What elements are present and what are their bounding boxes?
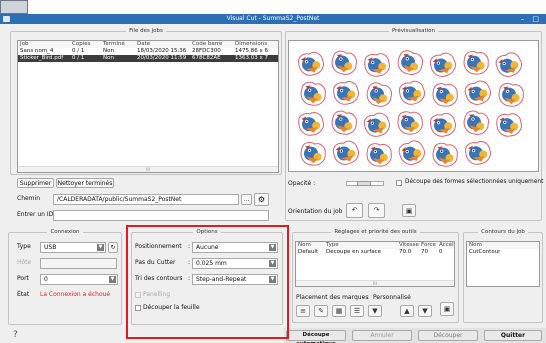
- orientation-label: Orientation du job: [288, 208, 343, 215]
- col-accel[interactable]: Accél: [437, 242, 454, 249]
- id-input[interactable]: [53, 210, 269, 221]
- host-input[interactable]: [40, 258, 117, 269]
- table-row[interactable]: Sans nom_4 0 / 1 Non 18/03/2020 15:36 28…: [18, 48, 278, 55]
- step-select[interactable]: 0.025 mm ▼: [192, 258, 278, 269]
- port-label: Port: [17, 275, 29, 282]
- clean-finished-button[interactable]: Nettoyer terminés: [56, 178, 114, 188]
- colon-separator: :: [367, 294, 370, 301]
- step-label: Pas du Cutter: [135, 259, 176, 266]
- port-select[interactable]: 0 ▼: [40, 274, 118, 285]
- sort-select[interactable]: Step-and-Repeat ▼: [192, 274, 278, 285]
- col-speed[interactable]: Vitesse: [397, 242, 419, 249]
- positioning-select[interactable]: Aucune ▼: [192, 242, 278, 253]
- marks-label: Placement des marques: [296, 294, 369, 301]
- connection-group-title: Connexion: [47, 229, 83, 235]
- path-label: Chemin: [17, 195, 40, 202]
- tool-options-icon[interactable]: ▣: [440, 302, 454, 316]
- colon-separator: :: [188, 275, 191, 282]
- delete-button[interactable]: Supprimer: [17, 178, 54, 188]
- quit-button[interactable]: Quitter: [484, 330, 542, 341]
- gear-icon[interactable]: ⚙: [254, 193, 269, 206]
- contours-list-header: Nom: [467, 242, 539, 249]
- chevron-down-icon: ▼: [269, 260, 276, 267]
- chevron-down-icon: ▼: [97, 244, 104, 251]
- tools-hscrollbar[interactable]: III: [296, 280, 454, 286]
- jobs-table[interactable]: Job Copies Terminé Date Code barre Dimen…: [17, 40, 279, 173]
- connection-state-value: La Connexion a échoué: [40, 291, 111, 298]
- chevron-down-icon: ▼: [269, 244, 276, 251]
- col-done[interactable]: Terminé: [101, 41, 135, 48]
- help-icon[interactable]: ?: [13, 331, 18, 340]
- table-row-selected[interactable]: Sticker_Bird.pdf 0 / 1 Non 20/03/2020 11…: [18, 55, 278, 62]
- col-job[interactable]: Job: [18, 41, 70, 48]
- rotate-right-icon[interactable]: ↷: [368, 203, 385, 218]
- mark-edit-icon[interactable]: ✎: [314, 305, 328, 317]
- tool-down-icon[interactable]: ▼: [418, 305, 432, 317]
- cut-button[interactable]: Découper: [418, 330, 478, 341]
- connection-type-select[interactable]: USB ▼: [40, 242, 106, 253]
- tools-table[interactable]: Nom Type Vitesse Force Accél Default Déc…: [295, 241, 455, 287]
- colon-separator: :: [188, 259, 191, 266]
- panelling-label: Panelling: [143, 291, 171, 298]
- path-field[interactable]: /CALDERADATA/public/SummaS2_PostNet: [53, 194, 239, 205]
- contours-list[interactable]: Nom CutContour: [466, 241, 540, 287]
- tools-table-header: Nom Type Vitesse Force Accél: [296, 242, 454, 249]
- mark-grid-icon[interactable]: ▦: [332, 305, 346, 317]
- contours-group-title: Contours du job: [478, 229, 528, 235]
- positioning-label: Positionnement: [135, 243, 182, 250]
- sort-label: Tri des contours: [135, 275, 183, 282]
- cut-selected-checkbox[interactable]: [396, 180, 402, 186]
- chevron-down-icon: ▼: [269, 276, 276, 283]
- sticker-grid: [296, 48, 526, 169]
- cut-selected-label: Découpe des formes sélectionnées uniquem…: [405, 179, 546, 185]
- preview-group-title: Prévisualisation: [388, 28, 439, 34]
- col-date[interactable]: Date: [135, 41, 190, 48]
- jobs-group-title: File des jobs: [126, 28, 166, 34]
- app-icon: [3, 16, 10, 22]
- cancel-button[interactable]: Annuler: [352, 330, 412, 341]
- panelling-checkbox[interactable]: [135, 292, 141, 298]
- mark-align-icon[interactable]: ≡: [296, 305, 310, 317]
- mark-filter-icon[interactable]: ▼: [368, 305, 382, 317]
- col-barcode[interactable]: Code barre: [190, 41, 233, 48]
- preview-canvas[interactable]: [288, 40, 539, 172]
- col-force[interactable]: Force: [419, 242, 437, 249]
- jobs-table-header: Job Copies Terminé Date Code barre Dimen…: [18, 41, 278, 48]
- opacity-slider[interactable]: [346, 181, 384, 186]
- col-dimensions[interactable]: Dimensions: [233, 41, 278, 48]
- cut-sheet-label: Découper la feuille: [143, 304, 200, 311]
- mark-list-icon[interactable]: ☰: [350, 305, 364, 317]
- opacity-label: Opacité :: [288, 180, 316, 187]
- col-copies[interactable]: Copies: [70, 41, 101, 48]
- host-label: Hôte: [17, 259, 32, 266]
- table-row[interactable]: Default Découpe en surface 70.0 70 0: [296, 249, 454, 256]
- window-title: Visual Cut - SummaS2_PostNet: [226, 15, 320, 22]
- id-label: Entrer un ID: [17, 211, 54, 218]
- state-label: État: [17, 291, 30, 298]
- options-group-title: Options: [193, 229, 221, 235]
- list-item[interactable]: CutContour: [467, 249, 539, 256]
- preview-options-icon[interactable]: ▣: [402, 204, 416, 217]
- window-titlebar: Visual Cut - SummaS2_PostNet – □: [0, 14, 546, 24]
- col-name[interactable]: Nom: [296, 242, 324, 249]
- refresh-icon[interactable]: ↻: [108, 242, 118, 253]
- type-label: Type: [17, 243, 31, 250]
- auto-cut-button[interactable]: Découpe automatique: [286, 330, 346, 343]
- col-type[interactable]: Type: [324, 242, 397, 249]
- cut-sheet-checkbox[interactable]: [135, 305, 141, 311]
- browse-button[interactable]: ...: [241, 194, 252, 205]
- taskbar-thumbnail: [0, 0, 28, 14]
- opacity-slider-handle[interactable]: [357, 181, 371, 186]
- tools-group-title: Réglages et priorité des outils: [331, 229, 420, 235]
- chevron-down-icon: ▼: [109, 276, 116, 283]
- colon-separator: :: [188, 243, 191, 250]
- rotate-left-icon[interactable]: ↶: [346, 203, 363, 218]
- jobs-hscrollbar[interactable]: III: [18, 166, 278, 172]
- window-controls[interactable]: – □: [521, 14, 542, 24]
- marks-value: Personnalisé: [373, 294, 411, 301]
- tool-up-icon[interactable]: ▲: [400, 305, 414, 317]
